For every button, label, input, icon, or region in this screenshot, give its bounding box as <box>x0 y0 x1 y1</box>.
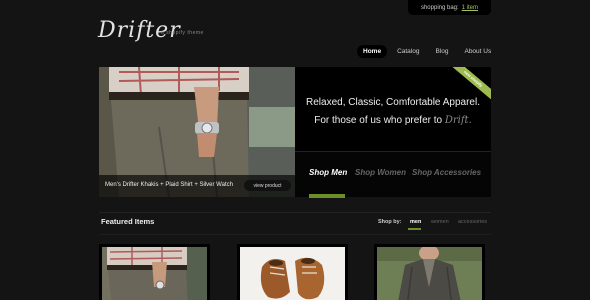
active-tab-indicator <box>309 194 345 198</box>
filter-women[interactable]: women <box>431 219 449 225</box>
product-image-shoes <box>240 247 345 300</box>
product-image-khakis <box>102 247 207 300</box>
product-card-shoes[interactable] <box>237 244 348 300</box>
hero-subheadline: For those of us who prefer to Drift. <box>295 115 491 126</box>
product-card-khakis[interactable] <box>99 244 210 300</box>
hero-product-image[interactable]: Men's Drifter Khakis + Plaid Shirt + Sil… <box>99 67 295 197</box>
hero-subheadline-accent: Drift. <box>444 115 472 126</box>
product-image-jacket <box>377 247 482 300</box>
tab-shop-women[interactable]: Shop Women <box>355 168 406 177</box>
active-filter-indicator <box>408 228 421 230</box>
view-product-button[interactable]: view product <box>244 180 291 191</box>
nav-home[interactable]: Home <box>357 45 388 58</box>
tab-shop-accessories[interactable]: Shop Accessories <box>412 168 481 177</box>
shop-by-label: Shop by: <box>378 219 402 225</box>
shop-category-tabs: Shop Men Shop Women Shop Accessories <box>295 151 491 198</box>
hero-caption-bar: Men's Drifter Khakis + Plaid Shirt + Sil… <box>99 175 295 197</box>
hero-headline: Relaxed, Classic, Comfortable Apparel. <box>306 97 480 108</box>
section-divider-lower <box>99 234 491 235</box>
main-nav: Home Catalog Blog About Us <box>357 45 497 58</box>
hero-subheadline-text: For those of us who prefer to <box>314 115 443 126</box>
nav-about-us[interactable]: About Us <box>458 45 497 58</box>
product-card-jacket[interactable] <box>374 244 485 300</box>
nav-catalog[interactable]: Catalog <box>391 45 425 58</box>
site-tagline: a shopify theme <box>161 30 204 36</box>
tab-shop-men[interactable]: Shop Men <box>309 168 347 177</box>
featured-items-heading: Featured Items <box>101 217 155 226</box>
section-divider <box>99 212 491 213</box>
hero-caption: Men's Drifter Khakis + Plaid Shirt + Sil… <box>105 182 233 188</box>
shopping-bag-tab: shopping bag: 1 item <box>408 0 491 15</box>
filter-men[interactable]: men <box>410 219 421 225</box>
shopping-bag-link[interactable]: 1 item <box>462 5 478 11</box>
shopping-bag-label: shopping bag: <box>420 4 459 11</box>
nav-blog[interactable]: Blog <box>429 45 454 58</box>
filter-accessories[interactable]: accessories <box>458 219 487 225</box>
